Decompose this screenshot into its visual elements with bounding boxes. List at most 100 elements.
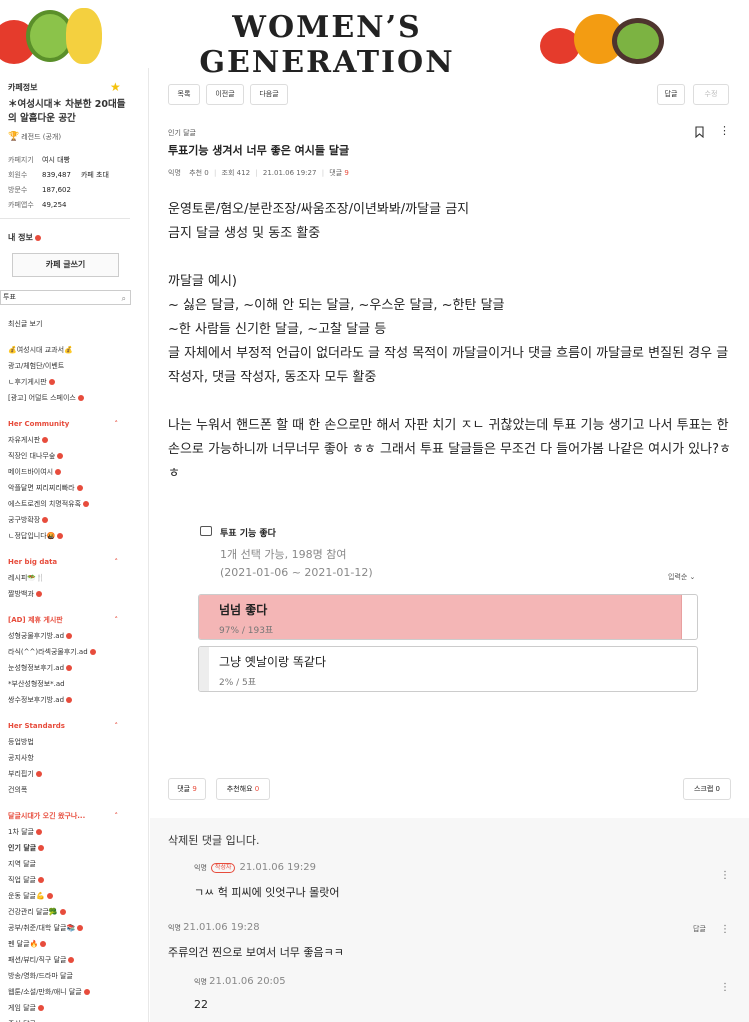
sidebar-menu-item[interactable]: 패션/뷰티/직구 달글 <box>8 952 144 968</box>
sidebar-menu-item[interactable]: 직장인 대나무숲 <box>8 448 144 464</box>
comment-text: ㄱㅆ 헉 피씨에 잇엇구나 몰랏어 <box>194 886 340 899</box>
sidebar-menu-item[interactable]: 건의폭 <box>8 782 144 798</box>
sidebar-menu-item[interactable]: 공부/취준/대학 달글📚 <box>8 920 144 936</box>
menu-item-label: 웹툰/소설/만화/애니 달글 <box>8 988 82 996</box>
sidebar-menu-item[interactable]: 공지사항 <box>8 750 144 766</box>
scrap-count: 0 <box>715 785 721 793</box>
recommend-button[interactable]: 추천해요 0 <box>216 778 270 800</box>
sidebar-menu-item[interactable]: 건강관리 달글🥦 <box>8 904 144 920</box>
sidebar-menu-item[interactable]: 악플달면 찌리찌리빠라 <box>8 480 144 496</box>
new-badge <box>35 591 42 597</box>
menu-item-label: 방송/영화/드라마 달글 <box>8 972 73 980</box>
comment-more-icon[interactable]: ⋮ <box>720 924 730 935</box>
poll-option[interactable]: 넘넘 좋다 97% / 193표 <box>198 594 698 640</box>
comment-author[interactable]: 익명 <box>194 864 207 872</box>
new-badge <box>59 909 66 915</box>
sidebar-menu-item[interactable]: 자유게시판 <box>8 432 144 448</box>
post-meta: 익명 추천 0 | 조회 412 | 21.01.06 19:27 | 댓글 9 <box>168 168 349 178</box>
write-post-button[interactable]: 카페 글쓰기 <box>12 253 119 277</box>
sidebar-menu-item[interactable]: 방송/영화/드라마 달글 <box>8 968 144 984</box>
comment-header: 익명 21.01.06 19:28 <box>168 922 260 933</box>
new-badge <box>57 453 64 459</box>
stat-extra[interactable]: 카페 초대 <box>81 170 109 180</box>
menu-item-label: 부리핍기 <box>8 770 34 778</box>
comment-reply-button[interactable]: 답글 <box>693 924 706 934</box>
my-info-link[interactable]: 내 정보 <box>8 232 41 243</box>
star-icon[interactable]: ★ <box>110 80 121 94</box>
sidebar-menu-item[interactable]: 1차 달글 <box>8 824 144 840</box>
sidebar-menu-item[interactable]: 성형궁물후기방.ad <box>8 628 144 644</box>
sidebar-menu-item[interactable]: 직업 달글 <box>8 872 144 888</box>
prev-post-button[interactable]: 이전글 <box>206 84 244 105</box>
sidebar-menu-item[interactable]: ㄴ정답입니다🤬 <box>8 528 144 544</box>
sidebar-menu-item[interactable]: 짤방백과 <box>8 586 144 602</box>
list-button[interactable]: 목록 <box>168 84 200 105</box>
stat-value: 49,254 <box>42 200 67 209</box>
comment-more-icon[interactable]: ⋮ <box>720 982 730 993</box>
menu-group-header[interactable]: 달글시대가 오긴 왔구나... ˄ <box>8 808 144 824</box>
more-options-icon[interactable]: ⋮ <box>719 124 730 137</box>
collapse-icon[interactable]: ˄ <box>115 612 119 628</box>
new-badge <box>40 941 47 947</box>
menu-item-label: 1차 달글 <box>8 828 34 836</box>
comment-count[interactable]: 9 <box>344 169 348 177</box>
poll-sort-dropdown[interactable]: 입력순 ⌄ <box>668 572 695 582</box>
comment-label: 댓글 <box>177 785 191 793</box>
poll-option[interactable]: 그냥 옛날이랑 똑같다 2% / 5표 <box>198 646 698 692</box>
cafe-info-label[interactable]: 카페정보 <box>8 82 37 93</box>
menu-group-header[interactable]: [AD] 제휴 게시판 ˄ <box>8 612 144 628</box>
post-area: 목록 이전글 다음글 답글 수정 인기 달글 투표기능 생겨서 너무 좋은 여시… <box>150 70 749 1022</box>
divider <box>0 218 130 219</box>
menu-group-header[interactable]: Her big data ˄ <box>8 554 144 570</box>
comment-label[interactable]: 댓글 <box>329 169 342 177</box>
menu-group-header[interactable]: Her Community ˄ <box>8 416 144 432</box>
menu-group-header[interactable]: Her Standards ˄ <box>8 718 144 734</box>
sidebar-menu-item[interactable]: 부리핍기 <box>8 766 144 782</box>
sidebar-menu-item[interactable]: 광고/체험단/이벤트 <box>8 358 144 374</box>
sidebar-menu-item[interactable]: 등업방법 <box>8 734 144 750</box>
bookmark-icon[interactable] <box>695 126 704 138</box>
menu-item-label: 인기 달글 <box>8 844 37 852</box>
sidebar-menu-item[interactable]: 쌍수정보후기방.ad <box>8 692 144 708</box>
search-icon[interactable]: ⌕ <box>122 292 126 305</box>
sidebar-menu-item[interactable]: 💰여성시대 교과서💰 <box>8 342 144 358</box>
comment-author[interactable]: 익명 <box>194 978 207 986</box>
sidebar-menu-item[interactable]: 주식 달글 <box>8 1016 144 1022</box>
new-badge <box>34 234 41 241</box>
collapse-icon[interactable]: ˄ <box>115 808 119 824</box>
sidebar-menu-item[interactable]: *부산성형정보*.ad <box>8 676 144 692</box>
comment-author[interactable]: 익명 <box>168 924 181 932</box>
sidebar-menu-item[interactable]: 펜 달글🔥 <box>8 936 144 952</box>
post-author[interactable]: 익명 <box>168 169 181 177</box>
comment-time: 21.01.06 19:28 <box>183 922 260 933</box>
new-badge <box>46 893 53 899</box>
sidebar-menu-item[interactable]: 레시피🥗🍴 <box>8 570 144 586</box>
sidebar-menu-item[interactable]: 게임 달글 <box>8 1000 144 1016</box>
sidebar-menu-item[interactable]: 메이드바이여시 <box>8 464 144 480</box>
next-post-button[interactable]: 다음글 <box>250 84 288 105</box>
post-category[interactable]: 인기 달글 <box>168 128 196 138</box>
cafe-banner[interactable]: WOMEN’S GENERATION <box>0 0 749 80</box>
reply-button[interactable]: 답글 <box>657 84 685 105</box>
comment-more-icon[interactable]: ⋮ <box>720 870 730 881</box>
comment-toggle-button[interactable]: 댓글 9 <box>168 778 206 800</box>
sidebar-menu-item[interactable]: 에스트로겐의 치명적유혹 <box>8 496 144 512</box>
stat-row: 카페지기 여시 대빵 <box>8 152 138 167</box>
scrap-button[interactable]: 스크랩 0 <box>683 778 731 800</box>
sidebar-menu-item[interactable]: 최신글 보기 <box>8 316 144 332</box>
sidebar-menu-item[interactable]: 라식(^^)라섹궁물후기.ad <box>8 644 144 660</box>
sidebar-menu-item[interactable]: ㄴ후기게시판 <box>8 374 144 390</box>
sidebar-menu-item[interactable]: 웹툰/소설/만화/애니 달글 <box>8 984 144 1000</box>
sidebar-menu-item[interactable]: 눈성형정보후기.ad <box>8 660 144 676</box>
sidebar-menu-item[interactable]: 운동 달글💪 <box>8 888 144 904</box>
sidebar-menu-item[interactable]: [광고] 어덜트 스페이스 <box>8 390 144 406</box>
collapse-icon[interactable]: ˄ <box>115 554 119 570</box>
menu-item-label: 지역 달글 <box>8 860 36 868</box>
sidebar-menu-item[interactable]: 궁구방확장 <box>8 512 144 528</box>
sidebar-menu-item[interactable]: 지역 달글 <box>8 856 144 872</box>
collapse-icon[interactable]: ˄ <box>115 718 119 734</box>
sidebar-search-input[interactable]: 투표 ⌕ <box>0 290 131 305</box>
menu-item-label: 패션/뷰티/직구 달글 <box>8 956 67 964</box>
collapse-icon[interactable]: ˄ <box>115 416 119 432</box>
sidebar-menu-item[interactable]: 인기 달글 <box>8 840 144 856</box>
